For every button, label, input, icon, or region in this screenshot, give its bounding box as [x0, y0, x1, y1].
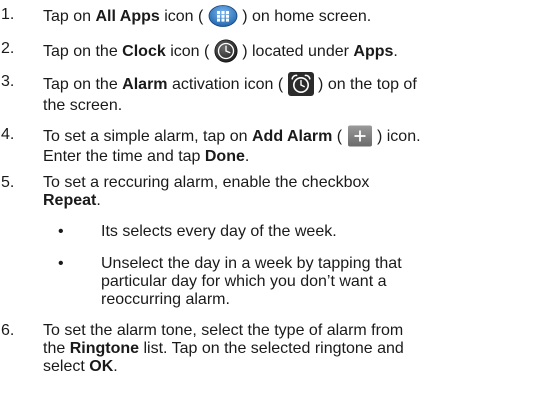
bullet-marker: • — [58, 223, 64, 240]
bullet-marker: • — [58, 255, 64, 272]
step-text: To set the alarm tone, select the type o… — [43, 322, 404, 375]
step-text: Tap on the Clock icon ( ) located under … — [43, 39, 555, 64]
bullet-text: Its selects every day of the week. — [101, 223, 337, 240]
add-plus-icon — [347, 125, 373, 147]
step-number: 4. — [1, 126, 15, 143]
step-number: 2. — [1, 40, 15, 57]
step-text: Tap on All Apps icon ( ) on home screen. — [43, 5, 555, 28]
step-text: To set a simple alarm, tap on Add Alarm … — [43, 125, 555, 166]
clock-app-icon — [214, 39, 238, 63]
step-text: Tap on the Alarm activation icon ( ) on … — [43, 72, 555, 115]
instructions-page: 1. Tap on All Apps icon ( ) on home scre… — [0, 0, 557, 413]
all-apps-grid-icon — [208, 5, 238, 27]
step-number: 6. — [1, 322, 15, 339]
step-number: 5. — [1, 174, 15, 191]
bullet-text: Unselect the day in a week by tapping th… — [101, 255, 402, 308]
step-number: 1. — [1, 6, 15, 23]
alarm-clock-icon — [287, 72, 314, 96]
step-number: 3. — [1, 73, 15, 90]
step-text: To set a reccuring alarm, enable the che… — [43, 174, 370, 209]
